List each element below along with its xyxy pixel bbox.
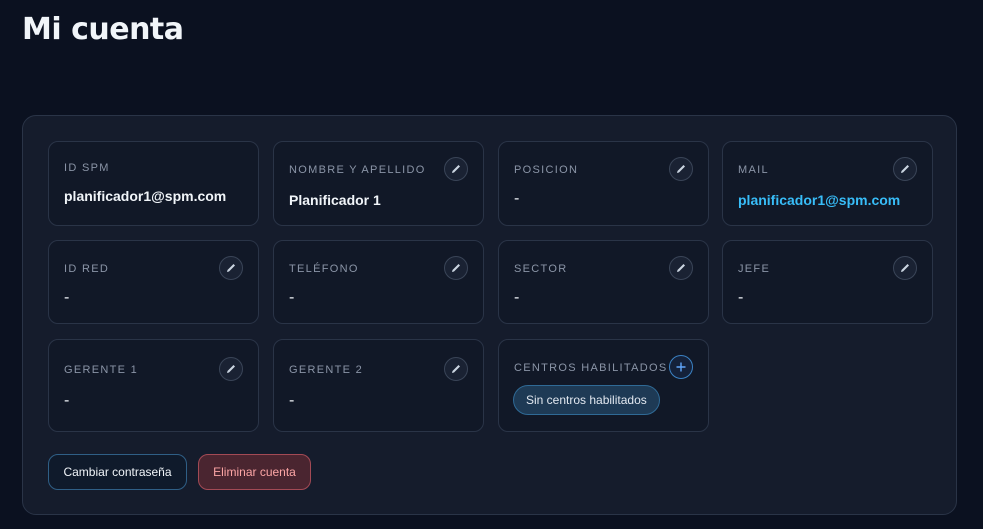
field-label: TELÉFONO xyxy=(289,263,359,275)
change-password-button[interactable]: Cambiar contraseña xyxy=(48,454,187,490)
pencil-icon xyxy=(452,365,460,373)
field-label: CENTROS HABILITADOS xyxy=(514,362,668,374)
edit-gerente-2-button[interactable] xyxy=(444,357,468,381)
field-value: - xyxy=(64,392,70,409)
field-label: GERENTE 2 xyxy=(289,364,364,376)
field-card-posicion: POSICION - xyxy=(498,141,709,226)
field-card-gerente-1: GERENTE 1 - xyxy=(48,339,259,432)
pencil-icon xyxy=(901,264,909,272)
pencil-icon xyxy=(227,264,235,272)
edit-nombre-button[interactable] xyxy=(444,157,468,181)
field-card-jefe: JEFE - xyxy=(722,240,933,324)
page-title: Mi cuenta xyxy=(22,12,184,47)
field-value: - xyxy=(289,392,295,409)
edit-posicion-button[interactable] xyxy=(669,157,693,181)
edit-gerente-1-button[interactable] xyxy=(219,357,243,381)
pencil-icon xyxy=(452,165,460,173)
field-label: ID RED xyxy=(64,263,110,275)
field-value: - xyxy=(514,289,520,306)
field-label: ID SPM xyxy=(64,162,110,174)
field-label: MAIL xyxy=(738,164,769,176)
field-card-sector: SECTOR - xyxy=(498,240,709,324)
field-value: planificador1@spm.com xyxy=(64,188,227,204)
pencil-icon xyxy=(227,365,235,373)
field-label: SECTOR xyxy=(514,263,568,275)
field-card-mail: MAIL planificador1@spm.com xyxy=(722,141,933,226)
edit-sector-button[interactable] xyxy=(669,256,693,280)
centros-empty-chip: Sin centros habilitados xyxy=(513,385,660,415)
pencil-icon xyxy=(901,165,909,173)
field-label: NOMBRE Y APELLIDO xyxy=(289,164,426,176)
field-label: JEFE xyxy=(738,263,771,275)
field-value: - xyxy=(514,190,520,207)
field-value: - xyxy=(64,289,70,306)
pencil-icon xyxy=(677,165,685,173)
mail-link[interactable]: planificador1@spm.com xyxy=(738,192,900,208)
plus-icon xyxy=(676,362,686,372)
edit-telefono-button[interactable] xyxy=(444,256,468,280)
edit-jefe-button[interactable] xyxy=(893,256,917,280)
field-label: POSICION xyxy=(514,164,579,176)
add-centro-button[interactable] xyxy=(669,355,693,379)
field-card-centros: CENTROS HABILITADOS Sin centros habilita… xyxy=(498,339,709,432)
field-label: GERENTE 1 xyxy=(64,364,139,376)
field-card-telefono: TELÉFONO - xyxy=(273,240,484,324)
pencil-icon xyxy=(677,264,685,272)
edit-mail-button[interactable] xyxy=(893,157,917,181)
field-card-id-red: ID RED - xyxy=(48,240,259,324)
delete-account-button[interactable]: Eliminar cuenta xyxy=(198,454,311,490)
field-value: Planificador 1 xyxy=(289,192,381,208)
field-card-id-spm: ID SPM planificador1@spm.com xyxy=(48,141,259,226)
edit-id-red-button[interactable] xyxy=(219,256,243,280)
account-panel: ID SPM planificador1@spm.com NOMBRE Y AP… xyxy=(22,115,957,515)
pencil-icon xyxy=(452,264,460,272)
field-card-nombre: NOMBRE Y APELLIDO Planificador 1 xyxy=(273,141,484,226)
field-card-gerente-2: GERENTE 2 - xyxy=(273,339,484,432)
field-value: - xyxy=(289,289,295,306)
field-value: - xyxy=(738,289,744,306)
